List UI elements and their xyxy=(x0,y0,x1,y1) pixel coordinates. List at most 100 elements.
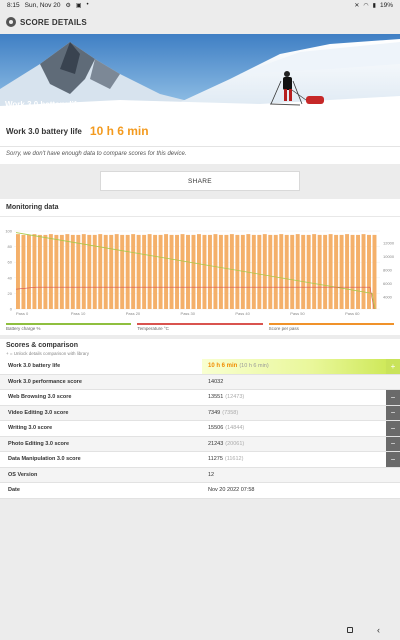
ul-logo-icon xyxy=(6,17,16,27)
monitoring-section: Monitoring data 100 80 60 40 20 0 12000 10000 80… xyxy=(0,199,400,335)
scores-subtitle: + = Unlock details comparison with libra… xyxy=(6,351,90,356)
legend-swatch xyxy=(6,323,132,325)
score-key: Photo Editing 3.0 score xyxy=(8,440,70,447)
score-bar xyxy=(246,234,251,309)
score-bar xyxy=(37,234,42,309)
score-value-cell: 11275 (11612) xyxy=(202,452,386,467)
score-bar xyxy=(273,234,278,309)
score-bar xyxy=(175,234,180,309)
score-value: 12 xyxy=(208,471,215,478)
score-bar xyxy=(229,234,234,309)
back-button[interactable]: ‹ xyxy=(377,625,380,635)
score-bar xyxy=(191,234,196,309)
score-key: Data Manipulation 3.0 score xyxy=(8,456,81,463)
score-bar xyxy=(197,234,201,309)
score-bar xyxy=(98,234,103,309)
scores-title: Scores & comparison xyxy=(6,342,78,349)
x-tick-label: Pass 40 xyxy=(235,311,250,316)
collapse-icon[interactable]: − xyxy=(386,405,400,420)
score-value: 10 h 6 min xyxy=(208,363,238,370)
score-bar xyxy=(147,234,152,309)
score-bar xyxy=(367,234,371,309)
share-wrap: SHARE xyxy=(0,170,400,191)
score-key: Video Editing 3.0 score xyxy=(8,409,69,416)
collapse-icon[interactable]: − xyxy=(386,436,400,451)
scores-section: Scores & comparison + = Unlock details c… xyxy=(0,339,400,499)
expand-icon[interactable]: + xyxy=(386,359,400,374)
y-tick-label: 0 xyxy=(10,307,13,312)
home-button[interactable] xyxy=(347,627,353,633)
chart-legend: Battery charge % Temperature °C Score per … xyxy=(6,323,394,331)
score-bar xyxy=(279,234,284,309)
y-right-tick-label: 4000 xyxy=(383,295,393,300)
navigation-bar: ‹ xyxy=(0,620,400,640)
legend-swatch xyxy=(268,323,394,325)
status-battery: 19% xyxy=(379,1,393,9)
status-date: Sun, Nov 20 xyxy=(24,1,61,9)
hero-label: Work 3.0 battery life >> xyxy=(5,100,92,109)
score-bar xyxy=(142,234,147,309)
collapse-icon[interactable]: − xyxy=(386,421,400,436)
score-bar xyxy=(268,234,273,309)
x-tick-label: Pass 20 xyxy=(126,311,141,316)
legend-label: Score per pass xyxy=(268,326,299,331)
score-bar xyxy=(120,234,125,309)
score-key: Date xyxy=(8,487,20,494)
legend-item: Score per pass xyxy=(268,323,394,331)
score-value: Nov 20 2022 07:58 xyxy=(208,487,255,494)
score-bar xyxy=(323,234,328,309)
score-row[interactable]: Photo Editing 3.0 score 21243 (20061) − xyxy=(0,436,400,452)
result-value: 10 h 6 min xyxy=(89,124,149,138)
score-bar xyxy=(251,234,256,309)
score-bar xyxy=(356,234,361,309)
collapse-icon[interactable]: − xyxy=(386,390,400,405)
y-tick-label: 40 xyxy=(8,275,13,280)
score-value: 14032 xyxy=(208,378,224,385)
x-tick-label: Pass 10 xyxy=(71,311,86,316)
score-value-cell: 7349 (7358) xyxy=(202,406,386,421)
score-bar xyxy=(224,234,229,309)
y-right-tick-label: 6000 xyxy=(383,281,393,286)
score-row[interactable]: Writing 3.0 score 15506 (14844) − xyxy=(0,421,400,437)
hero-banner[interactable]: Work 3.0 battery life >> xyxy=(0,34,400,116)
score-bar xyxy=(257,234,262,309)
score-bar xyxy=(103,234,108,309)
score-row[interactable]: Data Manipulation 3.0 score 11275 (11612) − xyxy=(0,452,400,468)
app-bar: SCORE DETAILS xyxy=(0,10,400,34)
score-bar xyxy=(109,234,114,309)
score-value: 15506 xyxy=(208,425,224,432)
score-row[interactable]: Web Browsing 3.0 score 13551 (12473) − xyxy=(0,390,400,406)
score-comparison: (12473) xyxy=(225,394,245,401)
monitoring-chart: 100 80 60 40 20 0 12000 10000 8000 6000 4000 Pass 0… xyxy=(5,229,395,317)
score-bar xyxy=(312,234,317,309)
score-bar xyxy=(186,234,190,309)
legend-item: Temperature °C xyxy=(137,323,263,331)
score-bar xyxy=(26,234,31,309)
score-value: 13551 xyxy=(208,394,224,401)
score-row: Work 3.0 performance score 14032 xyxy=(0,374,400,390)
score-bar xyxy=(262,234,267,309)
monitoring-title: Monitoring data xyxy=(0,199,400,217)
score-bar xyxy=(21,234,26,309)
hero-arrow-icon: >> xyxy=(83,102,93,109)
score-bar xyxy=(32,234,37,309)
score-bar xyxy=(81,234,86,309)
x-tick-label: Pass 60 xyxy=(345,311,360,316)
score-bar xyxy=(54,234,59,309)
battery-icon: ▮ xyxy=(372,2,376,9)
score-bar xyxy=(202,234,207,309)
score-row[interactable]: Work 3.0 battery life 10 h 6 min (10 h 6 m… xyxy=(0,359,400,375)
score-bar xyxy=(70,234,75,309)
scores-table: Work 3.0 battery life 10 h 6 min (10 h 6 m… xyxy=(0,359,400,499)
score-bar xyxy=(207,234,212,309)
share-button[interactable]: SHARE xyxy=(100,171,300,191)
mute-icon: ✕ xyxy=(354,2,360,9)
score-bar xyxy=(218,234,223,309)
score-value-cell: 21243 (20061) xyxy=(202,437,386,452)
collapse-icon[interactable]: − xyxy=(386,452,400,467)
score-bar xyxy=(180,234,185,309)
score-value: 7349 xyxy=(208,409,221,416)
score-bar xyxy=(235,234,240,309)
score-row[interactable]: Video Editing 3.0 score 7349 (7358) − xyxy=(0,405,400,421)
score-bar xyxy=(284,234,289,309)
